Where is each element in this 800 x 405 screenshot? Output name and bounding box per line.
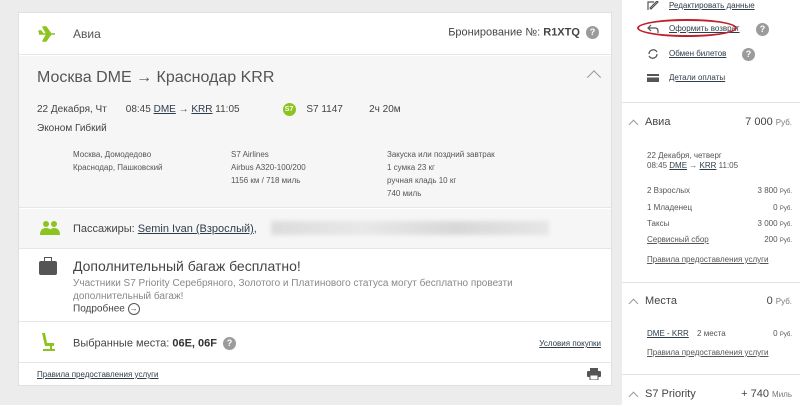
- aircraft-column: S7 Airlines Airbus A320-100/200 1156 км …: [231, 150, 306, 185]
- flight-number: S7 1147: [306, 104, 343, 116]
- exchange-icon: [648, 49, 658, 59]
- passenger-link[interactable]: Semin Ivan (Взрослый): [138, 223, 254, 235]
- divider: [622, 102, 800, 103]
- divider: [622, 282, 800, 283]
- baggage-promo: Дополнительный багаж бесплатно! Участник…: [19, 250, 611, 322]
- help-icon[interactable]: ?: [756, 23, 769, 36]
- seats-text: Выбранные места: 06E, 06F ?: [73, 337, 237, 350]
- service-fee-link[interactable]: Сервисный сбор: [647, 235, 709, 244]
- avia-date: 22 Декабря, четверг: [647, 151, 722, 160]
- price-line-value: 200 Руб.: [764, 235, 792, 244]
- divider: [622, 374, 800, 375]
- highlight-circle: [637, 19, 737, 37]
- card-footer: Правила предоставления услуги: [19, 364, 611, 386]
- price-line-value: 3 800 Руб.: [757, 186, 792, 195]
- order-sidebar: Редактировать данные Оформить возврат ? …: [622, 0, 800, 405]
- passengers-icon: [40, 221, 60, 235]
- more-link[interactable]: Подробнее →: [73, 303, 140, 315]
- suitcase-icon: [39, 257, 57, 275]
- seats-line-value: 0 Руб.: [773, 329, 792, 338]
- booking-code: R1XTQ: [543, 26, 580, 39]
- service-rules-link[interactable]: Правила предоставления услуги: [37, 370, 159, 379]
- seat-icon: [42, 333, 55, 351]
- price-line-value: 3 000 Руб.: [757, 219, 792, 228]
- redacted-passenger: [271, 221, 549, 235]
- chevron-up-icon[interactable]: [628, 298, 639, 309]
- seats-block-title[interactable]: Места: [628, 295, 677, 309]
- arrow-circle-icon[interactable]: →: [127, 303, 140, 315]
- booking-number: Бронирование №: R1XTQ ?: [448, 26, 599, 39]
- avia-block-title[interactable]: Авиа: [628, 116, 670, 130]
- seats-total: 0 Руб.: [766, 295, 792, 307]
- section-title: Авиа: [73, 27, 101, 41]
- arrow-right-icon: →: [136, 69, 153, 86]
- priority-block-title[interactable]: S7 Priority: [628, 388, 696, 402]
- seats-value: 06E, 06F: [172, 337, 217, 350]
- baggage-title: Дополнительный багаж бесплатно!: [73, 258, 301, 274]
- avia-total: 7 000 Руб.: [745, 116, 792, 128]
- help-icon[interactable]: ?: [742, 48, 755, 61]
- service-rules-link[interactable]: Правила предоставления услуги: [647, 255, 769, 264]
- card-icon: [647, 74, 659, 82]
- baggage-description: Участники S7 Priority Серебряного, Золот…: [73, 278, 513, 302]
- flight-date: 22 Декабря, Чт: [37, 104, 107, 116]
- passengers-row: Пассажиры: Semin Ivan (Взрослый),: [19, 209, 611, 249]
- flight-duration: 2ч 20м: [369, 104, 401, 116]
- flight-route: Москва DME → Краснодар KRR: [37, 69, 275, 86]
- chevron-up-icon[interactable]: [628, 391, 639, 402]
- price-line-label: 2 Взрослых: [647, 186, 690, 195]
- flight-times: 08:45 DME → KRR 11:05: [125, 104, 240, 116]
- help-icon[interactable]: ?: [586, 26, 599, 39]
- dep-airport-link[interactable]: DME: [154, 104, 176, 115]
- help-icon[interactable]: ?: [223, 337, 237, 350]
- passengers-text: Пассажиры: Semin Ivan (Взрослый),: [73, 223, 257, 235]
- price-line-label: 1 Младенец: [647, 203, 693, 212]
- print-icon[interactable]: [587, 368, 601, 380]
- price-line-value: 0 Руб.: [773, 203, 792, 212]
- price-line-label: Таксы: [647, 219, 670, 228]
- seats-route-link[interactable]: DME - KRR: [647, 329, 689, 338]
- avia-times: 08:45 DME → KRR 11:05: [647, 161, 739, 170]
- seats-row: Выбранные места: 06E, 06F ? Условия поку…: [19, 323, 611, 363]
- priority-miles: + 740 Миль: [741, 388, 792, 400]
- flight-summary-row: 22 Декабря, Чт 08:45 DME → KRR 11:05 S7 …: [37, 103, 401, 116]
- edit-icon: [647, 1, 659, 10]
- services-column: Закуска или поздний завтрак 1 сумка 23 к…: [387, 150, 495, 198]
- booking-header: Авиа Бронирование №: R1XTQ ?: [19, 13, 611, 55]
- fare-class: Эконом Гибкий: [37, 123, 107, 134]
- plane-icon: [38, 26, 55, 42]
- arr-airport-link[interactable]: KRR: [191, 104, 212, 115]
- chevron-up-icon[interactable]: [586, 70, 602, 85]
- chevron-up-icon[interactable]: [628, 119, 639, 130]
- s7-logo-icon: S7: [282, 103, 296, 116]
- flight-details: Москва DME → Краснодар KRR 22 Декабря, Ч…: [19, 56, 611, 208]
- purchase-conditions-link[interactable]: Условия покупки: [539, 339, 601, 348]
- service-rules-link[interactable]: Правила предоставления услуги: [647, 348, 769, 357]
- booking-card: Авиа Бронирование №: R1XTQ ? Москва DME …: [18, 12, 612, 386]
- airports-column: Москва, Домодедово Краснодар, Пашковский: [73, 150, 163, 172]
- seats-line: DME - KRR 2 места: [647, 329, 726, 338]
